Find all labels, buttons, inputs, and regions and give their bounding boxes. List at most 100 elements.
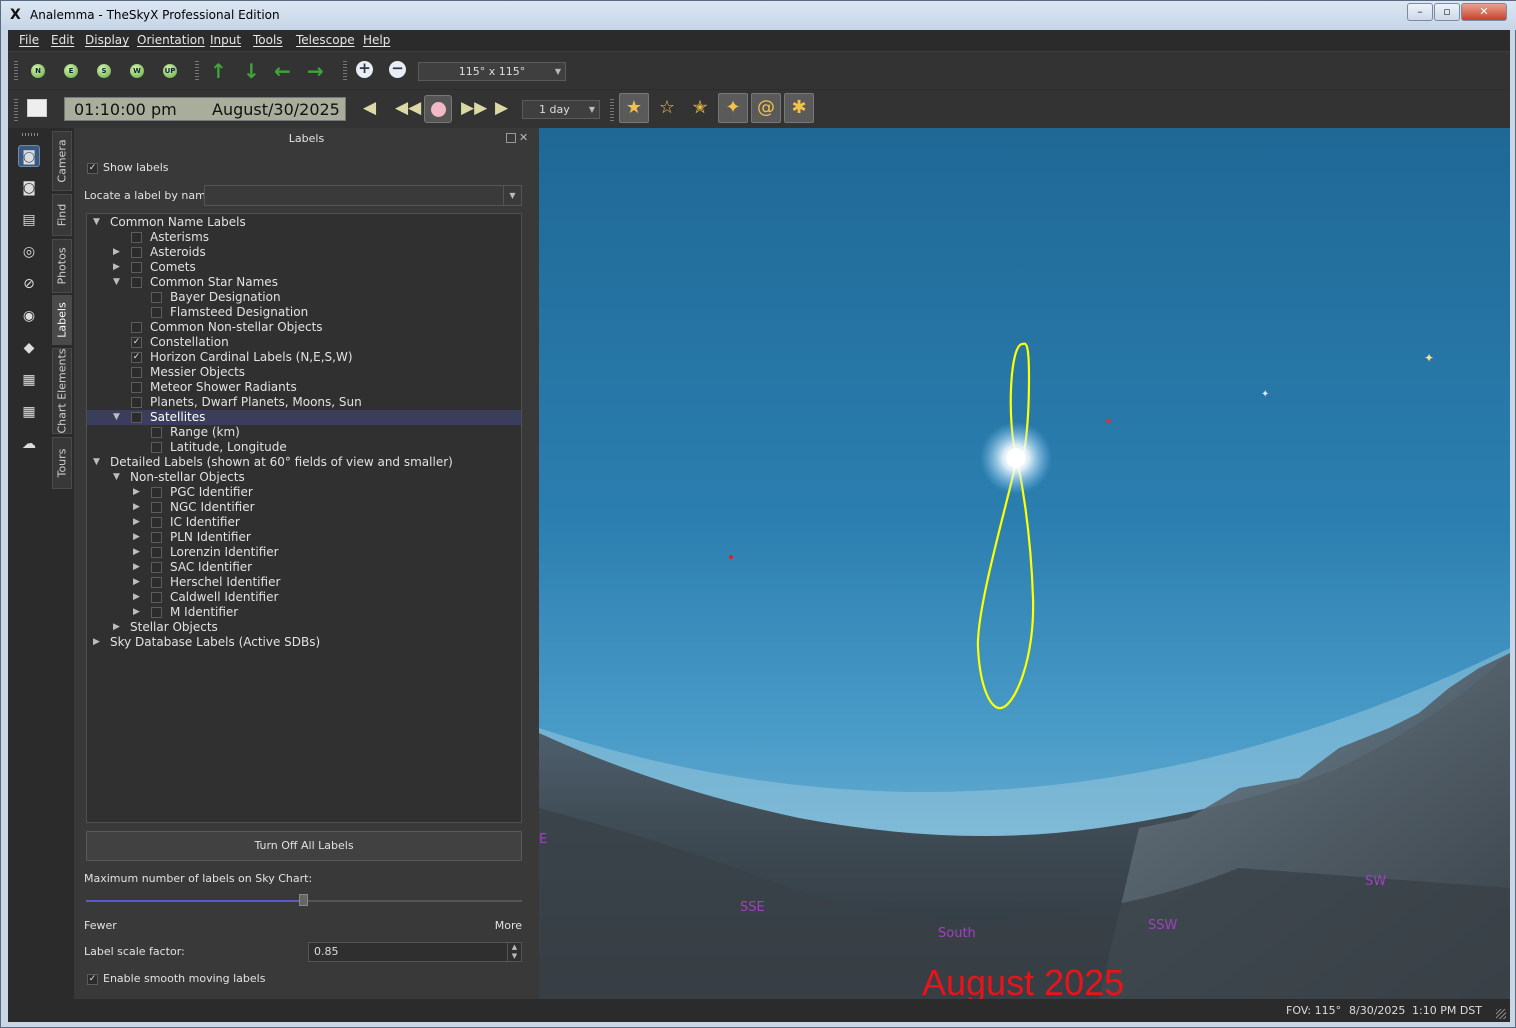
- look-west-button[interactable]: W: [130, 64, 144, 78]
- stars-filter-icon[interactable]: ★: [619, 93, 649, 123]
- zoom-in-icon[interactable]: +: [356, 61, 373, 78]
- resize-grip-icon[interactable]: [1496, 1009, 1506, 1019]
- tab-photos[interactable]: Photos: [52, 239, 72, 293]
- double-stars-icon[interactable]: ✭: [685, 93, 715, 123]
- tree-item[interactable]: ▶ Lorenzin Identifier: [87, 545, 521, 560]
- tree-item[interactable]: Common Non-stellar Objects: [87, 320, 521, 335]
- turn-off-all-labels-button[interactable]: Turn Off All Labels: [86, 831, 522, 861]
- compass-icon[interactable]: ⊘: [18, 273, 40, 295]
- tree-item[interactable]: ▼ Common Name Labels: [87, 215, 521, 230]
- tree-item-checkbox[interactable]: [151, 292, 162, 303]
- star-cluster-icon[interactable]: ✦: [718, 93, 748, 123]
- play-backward-icon[interactable]: ◀: [363, 98, 376, 118]
- expand-open-icon[interactable]: ▼: [113, 275, 120, 290]
- tree-item[interactable]: ▼ Non-stellar Objects: [87, 470, 521, 485]
- tree-item-checkbox[interactable]: ✓: [131, 352, 142, 363]
- undock-icon[interactable]: [506, 133, 516, 143]
- look-north-button[interactable]: N: [31, 64, 45, 78]
- strip-grip[interactable]: [22, 133, 38, 136]
- expand-closed-icon[interactable]: ▶: [133, 560, 140, 575]
- tab-find[interactable]: Find: [52, 194, 72, 236]
- expand-closed-icon[interactable]: ▶: [133, 590, 140, 605]
- spin-arrows-icon[interactable]: ▲ ▼: [507, 943, 521, 961]
- expand-open-icon[interactable]: ▼: [93, 215, 100, 230]
- toolbar-grip[interactable]: [195, 61, 199, 81]
- expand-closed-icon[interactable]: ▶: [133, 545, 140, 560]
- minimize-button[interactable]: –: [1407, 3, 1433, 21]
- label-scale-input[interactable]: 0.85 ▲ ▼: [308, 942, 522, 962]
- tree-item[interactable]: ▼ Detailed Labels (shown at 60° fields of…: [87, 455, 521, 470]
- tree-item[interactable]: ▼ Common Star Names: [87, 275, 521, 290]
- menu-display[interactable]: Display: [85, 33, 129, 47]
- tree-item-checkbox[interactable]: [131, 397, 142, 408]
- tree-item[interactable]: Range (km): [87, 425, 521, 440]
- fov-select[interactable]: 115° x 115° ▼: [418, 62, 566, 81]
- tree-item[interactable]: ▶ Comets: [87, 260, 521, 275]
- tree-item-checkbox[interactable]: [151, 562, 162, 573]
- tree-item[interactable]: ▼ Satellites: [87, 410, 521, 425]
- tree-item-checkbox[interactable]: [151, 607, 162, 618]
- expand-closed-icon[interactable]: ▶: [113, 260, 120, 275]
- sky-chart-canvas[interactable]: ✦ ✦ ✦: [539, 128, 1510, 999]
- tree-item-checkbox[interactable]: [131, 232, 142, 243]
- tree-item-checkbox[interactable]: [131, 262, 142, 273]
- time-step-select[interactable]: 1 day ▼: [522, 100, 600, 119]
- sky-chart[interactable]: ✦ ✦ ✦ E SSE South SSW SW August 2025: [539, 128, 1510, 999]
- expand-closed-icon[interactable]: ▶: [133, 575, 140, 590]
- menu-telescope[interactable]: Telescope: [296, 33, 355, 47]
- tree-item-checkbox[interactable]: [151, 502, 162, 513]
- tree-item[interactable]: ▶ Caldwell Identifier: [87, 590, 521, 605]
- tree-item[interactable]: ▶ NGC Identifier: [87, 500, 521, 515]
- arrow-left-icon[interactable]: ←: [274, 59, 291, 83]
- sky-chart-icon[interactable]: ◎: [18, 241, 40, 263]
- menu-help[interactable]: Help: [363, 33, 390, 47]
- tab-chart-elements[interactable]: Chart Elements: [52, 348, 72, 434]
- tree-item-checkbox[interactable]: [131, 382, 142, 393]
- menu-edit[interactable]: Edit: [51, 33, 74, 47]
- max-labels-slider[interactable]: [86, 894, 522, 906]
- tree-item-checkbox[interactable]: [151, 517, 162, 528]
- expand-closed-icon[interactable]: ▶: [93, 635, 100, 650]
- expand-closed-icon[interactable]: ▶: [133, 605, 140, 620]
- expand-open-icon[interactable]: ▼: [93, 455, 100, 470]
- tree-item[interactable]: ▶ Sky Database Labels (Active SDBs): [87, 635, 521, 650]
- locate-label-combobox[interactable]: ▼: [204, 185, 522, 206]
- toolbar-grip[interactable]: [14, 99, 18, 121]
- expand-closed-icon[interactable]: ▶: [113, 245, 120, 260]
- arrow-up-icon[interactable]: ↑: [210, 59, 227, 83]
- menu-file[interactable]: File: [19, 33, 39, 47]
- step-backward-icon[interactable]: ◀◀: [395, 98, 421, 118]
- tree-item[interactable]: ▶ IC Identifier: [87, 515, 521, 530]
- stop-button[interactable]: [424, 95, 452, 123]
- tree-item-checkbox[interactable]: [131, 412, 142, 423]
- menu-tools[interactable]: Tools: [253, 33, 283, 47]
- expand-closed-icon[interactable]: ▶: [133, 485, 140, 500]
- tree-item[interactable]: ▶ M Identifier: [87, 605, 521, 620]
- expand-closed-icon[interactable]: ▶: [133, 500, 140, 515]
- tree-item-checkbox[interactable]: [131, 247, 142, 258]
- step-forward-icon[interactable]: ▶▶: [461, 98, 487, 118]
- expand-closed-icon[interactable]: ▶: [133, 530, 140, 545]
- nebula-icon[interactable]: ✱: [784, 93, 814, 123]
- tree-item[interactable]: ▶ PGC Identifier: [87, 485, 521, 500]
- expand-closed-icon[interactable]: ▶: [133, 515, 140, 530]
- close-panel-icon[interactable]: ✕: [519, 131, 528, 144]
- calendar-clock-icon[interactable]: [27, 99, 47, 117]
- tree-item[interactable]: Meteor Shower Radiants: [87, 380, 521, 395]
- tree-item-checkbox[interactable]: [151, 307, 162, 318]
- tree-item[interactable]: Flamsteed Designation: [87, 305, 521, 320]
- tree-item-checkbox[interactable]: [151, 487, 162, 498]
- tree-item-checkbox[interactable]: [151, 592, 162, 603]
- toolbar-grip[interactable]: [14, 61, 18, 81]
- menu-orientation[interactable]: Orientation: [137, 33, 205, 47]
- expand-open-icon[interactable]: ▼: [113, 410, 120, 425]
- tree-item[interactable]: Messier Objects: [87, 365, 521, 380]
- look-up-button[interactable]: UP: [163, 64, 177, 78]
- show-labels-checkbox[interactable]: ✓: [87, 163, 98, 174]
- tree-item[interactable]: ▶ Asteroids: [87, 245, 521, 260]
- play-forward-icon[interactable]: ▶: [495, 98, 508, 118]
- tree-item[interactable]: Asterisms: [87, 230, 521, 245]
- tab-camera[interactable]: Camera: [52, 131, 72, 191]
- menu-input[interactable]: Input: [210, 33, 241, 47]
- toolbar-grip[interactable]: [343, 61, 347, 81]
